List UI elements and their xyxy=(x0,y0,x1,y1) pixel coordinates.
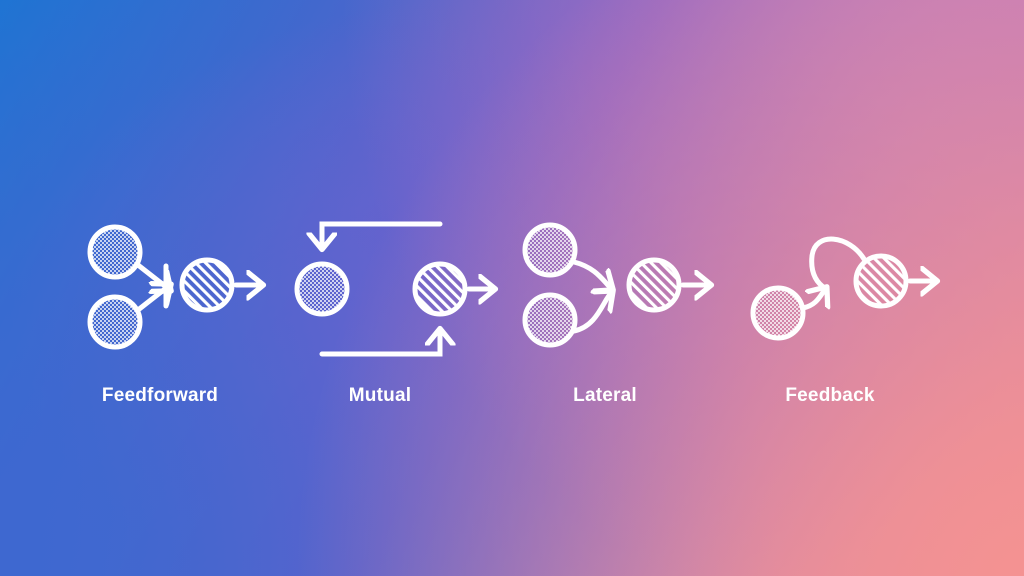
diagram-canvas-container: Feedforward Mutual Lateral Feedback xyxy=(0,0,1024,576)
panel-label-mutual: Mutual xyxy=(348,385,412,406)
target-node xyxy=(626,257,682,313)
source-node xyxy=(750,285,806,341)
connectivity-motifs-diagram xyxy=(87,221,1024,357)
panel-feedforward xyxy=(87,224,262,350)
panel-feedback xyxy=(750,236,936,341)
edge-right-to-left-top xyxy=(322,221,443,248)
source-node-bottom xyxy=(522,292,578,348)
panel-label-feedback: Feedback xyxy=(785,385,875,406)
edge-source-to-target xyxy=(800,288,826,311)
panel-lateral xyxy=(522,222,710,348)
panel-label-lateral: Lateral xyxy=(573,385,637,406)
edge-bottom-curve-to-target xyxy=(571,292,612,334)
source-node-top xyxy=(522,222,578,278)
source-node-top xyxy=(87,224,143,280)
target-node xyxy=(179,257,235,313)
node-left xyxy=(294,261,350,317)
panel-mutual xyxy=(294,221,494,357)
panel-label-feedforward: Feedforward xyxy=(101,385,219,406)
edge-left-to-right-bottom xyxy=(319,330,440,357)
node-right xyxy=(412,261,468,317)
source-node-bottom xyxy=(87,294,143,350)
target-node xyxy=(853,253,909,309)
edge-top-curve-to-target xyxy=(571,259,612,289)
